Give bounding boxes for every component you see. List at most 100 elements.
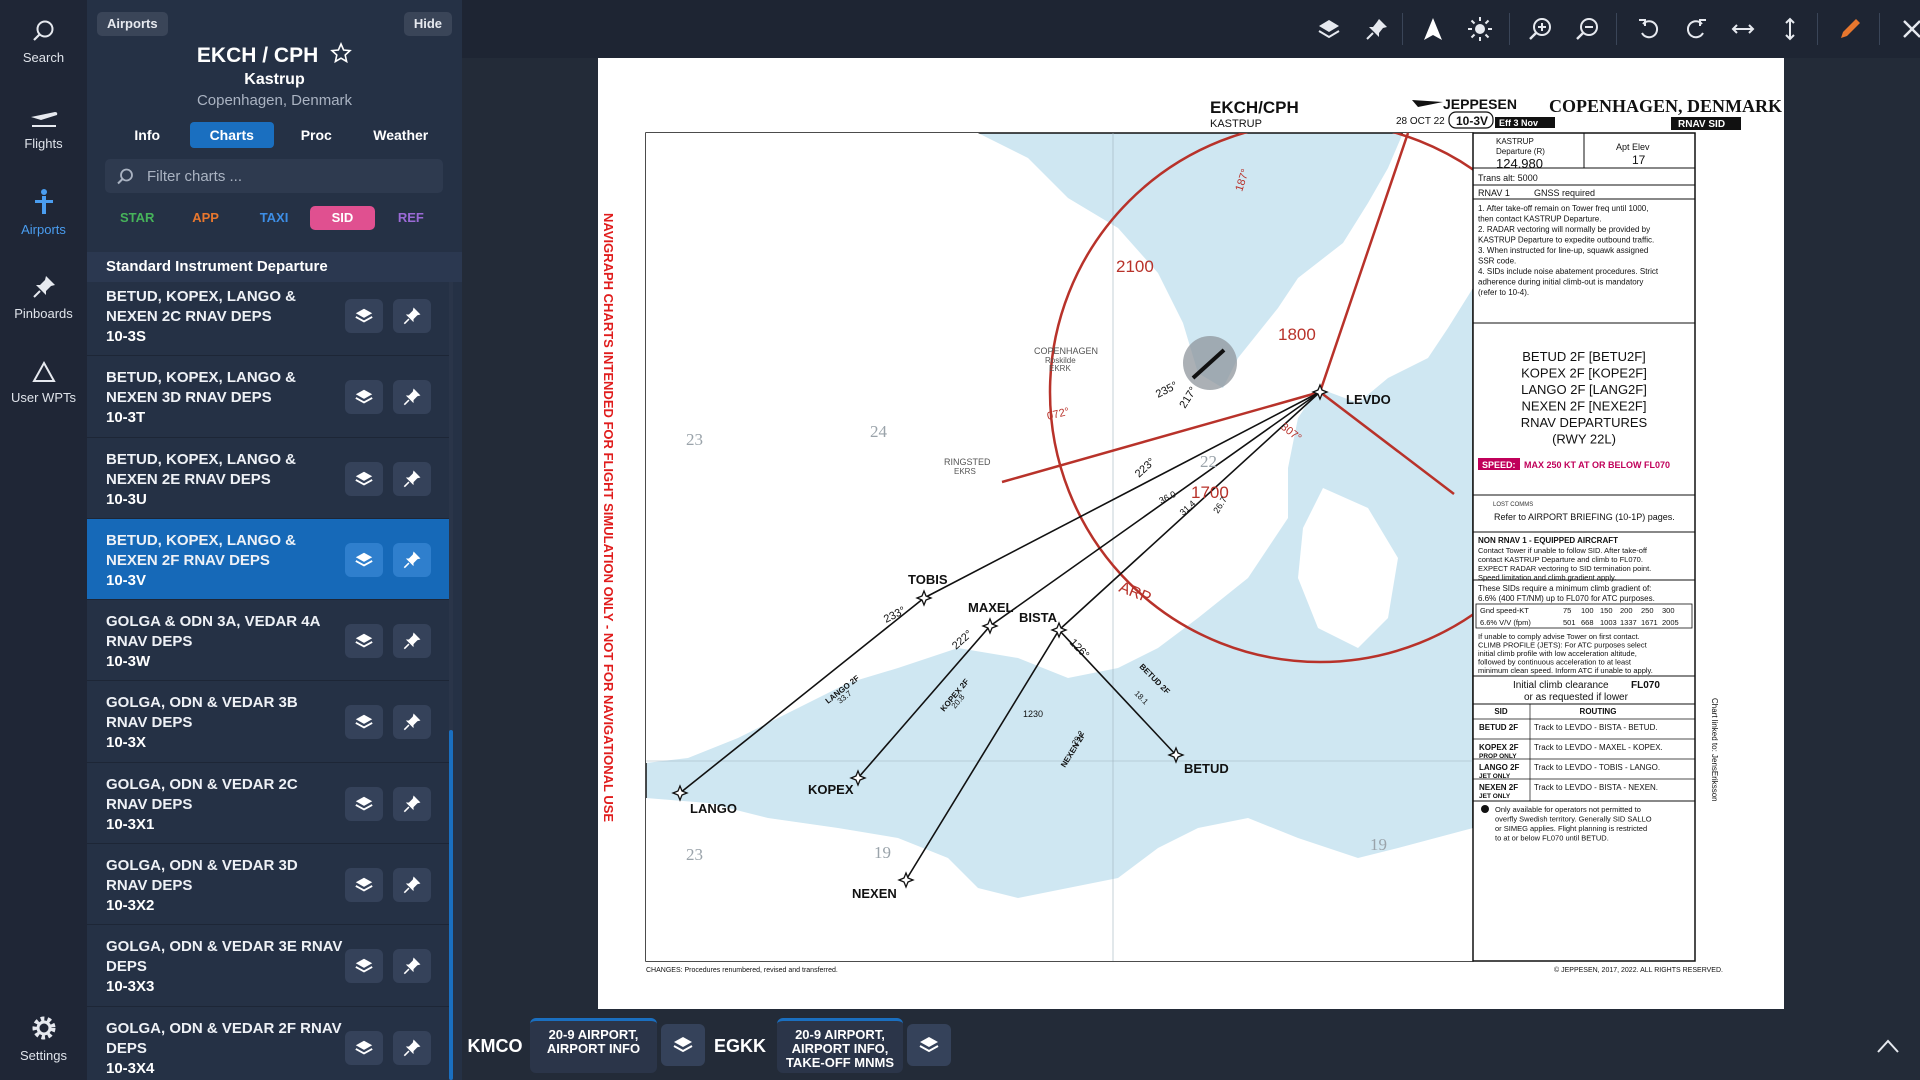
type-tab-sid[interactable]: SID — [310, 206, 375, 230]
gradient-cell: 200 — [1620, 606, 1633, 615]
routing-sub: JET ONLY — [1479, 793, 1511, 800]
add-layer-button[interactable] — [345, 1030, 383, 1065]
chart-list-item[interactable]: GOLGA, ODN & VEDAR 3E RNAV DEPS 10-3X3 — [87, 925, 453, 1007]
chart-list-item[interactable]: GOLGA, ODN & VEDAR 3D RNAV DEPS 10-3X2 — [87, 844, 453, 926]
north-up-button[interactable] — [1415, 12, 1451, 46]
layers-icon — [355, 633, 373, 648]
climb-notes: If unable to comply advise Tower on firs… — [1478, 632, 1653, 675]
pin-chart-button[interactable] — [393, 624, 431, 659]
elevation-label: Apt Elev — [1616, 142, 1650, 152]
chart-list-item[interactable]: BETUD, KOPEX, LANGO & NEXEN 2F RNAV DEPS… — [87, 518, 453, 601]
routing-sid: KOPEX 2F — [1479, 743, 1519, 752]
add-layer-button[interactable] — [345, 868, 383, 903]
chart-code: 10-3X3 — [106, 978, 155, 996]
add-layer-button[interactable] — [345, 786, 383, 821]
tab-weather[interactable]: Weather — [359, 122, 444, 148]
pin-icon — [403, 470, 421, 487]
pin-button[interactable] — [1358, 12, 1394, 46]
type-tab-star[interactable]: STAR — [105, 206, 169, 230]
type-tab-ref[interactable]: REF — [379, 206, 443, 230]
rail-item-pinboards[interactable]: Pinboards — [0, 274, 87, 321]
chart-list-item[interactable]: GOLGA & ODN 3A, VEDAR 4A RNAV DEPS 10-3W — [87, 600, 453, 682]
dock-expand-button[interactable] — [1870, 1030, 1906, 1062]
effective-date: Eff 3 Nov — [1499, 118, 1538, 128]
pin-chart-button[interactable] — [393, 868, 431, 903]
pin-chart-button[interactable] — [393, 380, 431, 415]
pin-chart-button[interactable] — [393, 1030, 431, 1065]
tab-charts[interactable]: Charts — [189, 122, 274, 148]
non-rnav-line: Speed limitation and climb gradient appl… — [1478, 573, 1616, 582]
rail-item-user-wpts[interactable]: User WPTs — [0, 360, 87, 405]
tab-info[interactable]: Info — [105, 122, 190, 148]
filter-charts-input[interactable] — [147, 159, 427, 193]
grid-label: 19 — [1370, 835, 1387, 854]
fit-height-button[interactable] — [1772, 12, 1808, 46]
pin-chart-button[interactable] — [393, 542, 431, 577]
add-layer-button[interactable] — [345, 542, 383, 577]
zoom-in-button[interactable] — [1522, 12, 1558, 46]
add-layer-button[interactable] — [345, 461, 383, 496]
dock-layers-button[interactable] — [907, 1024, 951, 1066]
chart-list-item[interactable]: BETUD, KOPEX, LANGO & NEXEN 2C RNAV DEPS… — [87, 275, 453, 357]
pin-chart-button[interactable] — [393, 786, 431, 821]
chart-list-item[interactable]: GOLGA, ODN & VEDAR 2C RNAV DEPS 10-3X1 — [87, 763, 453, 845]
brightness-button[interactable] — [1462, 12, 1498, 46]
hide-button[interactable]: Hide — [403, 12, 452, 36]
tab-proc[interactable]: Proc — [274, 122, 359, 148]
plan-view — [645, 132, 1474, 962]
pin-icon — [403, 876, 421, 894]
chart-list-item[interactable]: BETUD, KOPEX, LANGO & NEXEN 3D RNAV DEPS… — [87, 356, 453, 438]
dock-chart-card[interactable]: 20-9 AIRPORT, AIRPORT INFO — [530, 1018, 657, 1073]
rail-item-search[interactable]: Search — [0, 18, 87, 65]
rail-item-flights[interactable]: Flights — [0, 104, 87, 151]
dock-layers-button[interactable] — [661, 1024, 705, 1066]
chart-list-item[interactable]: BETUD, KOPEX, LANGO & NEXEN 2E RNAV DEPS… — [87, 438, 453, 519]
footnote-line: overfly Swedish territory. Generally SID… — [1495, 815, 1652, 824]
add-layer-button[interactable] — [345, 949, 383, 984]
waypoint-label: BETUD — [1184, 761, 1229, 776]
pin-chart-button[interactable] — [393, 461, 431, 496]
zoom-out-button[interactable] — [1569, 12, 1605, 46]
footnote-line: or SIMEG applies. Flight planning is res… — [1495, 824, 1647, 833]
type-tab-taxi[interactable]: TAXI — [242, 206, 306, 230]
rotate-right-button[interactable] — [1678, 12, 1714, 46]
add-layer-button[interactable] — [345, 624, 383, 659]
chart-code: 10-3X1 — [106, 815, 155, 833]
airport-name: Kastrup — [244, 71, 305, 88]
pencil-button[interactable] — [1832, 12, 1868, 46]
airports-chip[interactable]: Airports — [97, 12, 168, 36]
dock-airport-egkk[interactable]: EGKK — [711, 1026, 769, 1066]
waypoint-label: KOPEX — [808, 782, 854, 797]
note-line: (refer to 10-4). — [1478, 288, 1529, 297]
type-tab-app[interactable]: APP — [173, 206, 237, 230]
add-layer-button[interactable] — [345, 705, 383, 740]
chart-airport-sub: KASTRUP — [1210, 118, 1262, 130]
fit-width-button[interactable] — [1725, 12, 1761, 46]
initial-climb-alt: or as requested if lower — [1524, 692, 1629, 703]
routing-sid: LANGO 2F — [1479, 763, 1520, 772]
pin-chart-button[interactable] — [393, 949, 431, 984]
chart-list-item[interactable]: GOLGA, ODN & VEDAR 3B RNAV DEPS 10-3X — [87, 681, 453, 763]
rail-item-airports[interactable]: Airports — [0, 188, 87, 237]
close-button[interactable] — [1894, 12, 1920, 46]
scrollbar-thumb[interactable] — [449, 730, 453, 1080]
chart-list-item[interactable]: GOLGA, ODN & VEDAR 2F RNAV DEPS 10-3X4 — [87, 1007, 453, 1073]
filter-box — [105, 159, 443, 193]
triangle-icon — [31, 360, 56, 382]
note-line: 4. SIDs include noise abatement procedur… — [1478, 267, 1659, 276]
favorite-star-icon[interactable] — [330, 42, 352, 64]
rotate-left-button[interactable] — [1631, 12, 1667, 46]
chart-list: BETUD, KOPEX, LANGO & NEXEN 2C RNAV DEPS… — [87, 275, 453, 1073]
add-layer-button[interactable] — [345, 299, 383, 333]
note-line: SSR code. — [1478, 257, 1516, 266]
dock-chart-card[interactable]: 20-9 AIRPORT, AIRPORT INFO, TAKE-OFF MNM… — [777, 1018, 903, 1073]
gradient-cell: 1003 — [1600, 618, 1617, 627]
rail-item-settings[interactable]: Settings — [0, 1014, 87, 1063]
place-label: EKRS — [954, 467, 976, 476]
elevation-value: 17 — [1632, 153, 1646, 167]
layers-button[interactable] — [1311, 12, 1347, 46]
add-layer-button[interactable] — [345, 380, 383, 415]
pin-chart-button[interactable] — [393, 299, 431, 333]
pin-chart-button[interactable] — [393, 705, 431, 740]
dock-airport-kmco[interactable]: KMCO — [466, 1026, 524, 1066]
